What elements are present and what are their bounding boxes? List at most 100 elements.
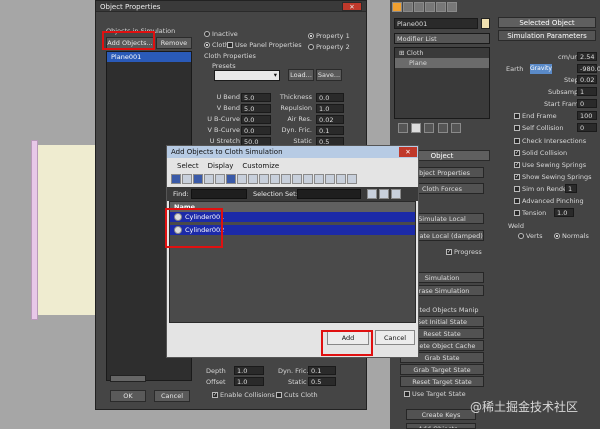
reset-target-state-button[interactable]: Reset Target State [400,376,484,387]
use-panel-props-checkbox[interactable]: Use Panel Properties [227,41,302,49]
show-end-result-icon[interactable] [411,123,422,133]
modifier-list-dropdown[interactable]: Modifier List [394,33,490,44]
pin-stack-icon[interactable] [398,123,408,133]
hierarchy-tab-icon[interactable] [414,2,424,12]
weld-normals-option[interactable]: Normals [554,232,589,240]
filter-icon[interactable] [336,174,346,184]
static-spinner[interactable]: 0.5 [308,377,336,386]
object-color-swatch[interactable] [481,18,490,29]
selection-set-dropdown[interactable] [297,189,361,199]
object-name-field[interactable]: Plane001 [394,18,478,29]
show-sewing-springs-checkbox[interactable]: ✓ Show Sewing Springs [514,173,592,181]
selection-set-icon-2[interactable] [379,189,389,199]
cm-unit-spinner[interactable]: 2.54 [577,52,597,61]
display-xrefs-icon[interactable] [248,174,258,184]
depth-spinner[interactable]: 1.0 [234,366,264,375]
cloth-option[interactable]: Cloth [204,41,229,49]
save-button[interactable]: Save... [316,69,342,81]
motion-tab-icon[interactable] [425,2,435,12]
selection-set-icon-3[interactable] [391,189,401,199]
panel-add-objects-button[interactable]: Add Objects... [406,423,476,429]
presets-dropdown[interactable]: ▾ [214,70,280,81]
inactive-option[interactable]: Inactive [204,30,238,38]
find-input[interactable] [191,189,247,199]
subsample-spinner[interactable]: 1 [577,87,597,96]
display-hidden-icon[interactable] [292,174,302,184]
remove-button[interactable]: Remove [156,37,192,49]
display-helpers-icon[interactable] [215,174,225,184]
display-lights-icon[interactable] [193,174,203,184]
use-sewing-springs-checkbox[interactable]: ✓ Use Sewing Springs [514,161,586,169]
display-tab-icon[interactable] [436,2,446,12]
utilities-tab-icon[interactable] [447,2,457,12]
prop-spinner[interactable]: 0.02 [316,115,344,124]
modifier-stack[interactable]: ⊞ Cloth Plane [394,47,490,119]
sim-on-render-checkbox[interactable]: Sim on Render [514,185,570,193]
self-collision-spinner[interactable]: 0 [577,123,597,132]
offset-spinner[interactable]: 1.0 [234,377,264,386]
display-groups-icon[interactable] [237,174,247,184]
select-all-icon[interactable] [303,174,313,184]
make-unique-icon[interactable] [424,123,435,133]
selection-set-icon[interactable] [367,189,377,199]
sim-params-header[interactable]: Simulation Parameters [498,30,596,41]
end-frame-spinner[interactable]: 100 [577,111,597,120]
property1-option[interactable]: Property 1 [308,32,350,40]
use-target-state-checkbox[interactable]: Use Target State [404,390,466,398]
prop-spinner[interactable]: 5.0 [241,93,271,102]
cancel-button[interactable]: Cancel [154,390,190,402]
prop-spinner[interactable]: 0.0 [241,126,271,135]
gravity-button[interactable]: Gravity [530,64,552,74]
menu-display[interactable]: Display [208,162,234,170]
sort-icon[interactable] [347,174,357,184]
dyn-fric-spinner[interactable]: 0.1 [308,366,336,375]
dialog-close-button[interactable]: ✕ [399,147,417,157]
modify-tab-icon[interactable] [403,2,413,12]
stack-item-cloth[interactable]: ⊞ Cloth [395,48,489,58]
display-spacewarps-icon[interactable] [226,174,236,184]
prop-spinner[interactable]: 5.0 [241,104,271,113]
display-geometry-icon[interactable] [171,174,181,184]
close-button[interactable]: ✕ [342,2,362,11]
enable-collisions-checkbox[interactable]: ✓ Enable Collisions [212,391,275,399]
selected-object-header[interactable]: Selected Object [498,17,596,28]
prop-spinner[interactable]: 0.0 [241,115,271,124]
display-containers-icon[interactable] [270,174,280,184]
property2-option[interactable]: Property 2 [308,43,350,51]
check-intersections-checkbox[interactable]: Check Intersections [514,137,586,145]
remove-modifier-icon[interactable] [437,123,448,133]
advanced-pinching-checkbox[interactable]: Advanced Pinching [514,197,584,205]
step-spinner[interactable]: 0.02 [577,75,597,84]
tension-checkbox[interactable]: Tension [514,209,546,217]
tension-spinner[interactable]: 1.0 [554,208,574,217]
prop-spinner[interactable]: 0.0 [316,93,344,102]
select-invert-icon[interactable] [325,174,335,184]
weld-verts-option[interactable]: Verts [518,232,543,240]
configure-sets-icon[interactable] [450,123,461,133]
cuts-cloth-checkbox[interactable]: Cuts Cloth [276,391,318,399]
progress-checkbox[interactable]: ✓ Progress [446,248,482,256]
display-cameras-icon[interactable] [204,174,214,184]
prop-spinner[interactable]: 0.1 [316,126,344,135]
display-bones-icon[interactable] [259,174,269,184]
list-item[interactable]: Plane001 [107,52,191,62]
ok-button[interactable]: OK [110,390,146,402]
self-collision-checkbox[interactable]: Self Collision [514,124,564,132]
dialog-cancel-button[interactable]: Cancel [375,330,415,345]
gravity-spinner[interactable]: -980.0 [577,64,600,73]
display-frozen-icon[interactable] [281,174,291,184]
create-tab-icon[interactable] [392,2,402,12]
display-shapes-icon[interactable] [182,174,192,184]
load-button[interactable]: Load... [288,69,314,81]
sim-on-render-spinner[interactable]: 1 [565,184,577,193]
prop-spinner[interactable]: 1.0 [316,104,344,113]
create-keys-button[interactable]: Create Keys [406,409,476,420]
menu-select[interactable]: Select [177,162,199,170]
list-scrollbar[interactable] [110,375,146,382]
menu-customize[interactable]: Customize [242,162,279,170]
select-none-icon[interactable] [314,174,324,184]
grab-target-state-button[interactable]: Grab Target State [400,364,484,375]
stack-item-plane[interactable]: Plane [395,58,489,68]
start-frame-spinner[interactable]: 0 [577,99,597,108]
end-frame-checkbox[interactable]: End Frame [514,112,557,120]
